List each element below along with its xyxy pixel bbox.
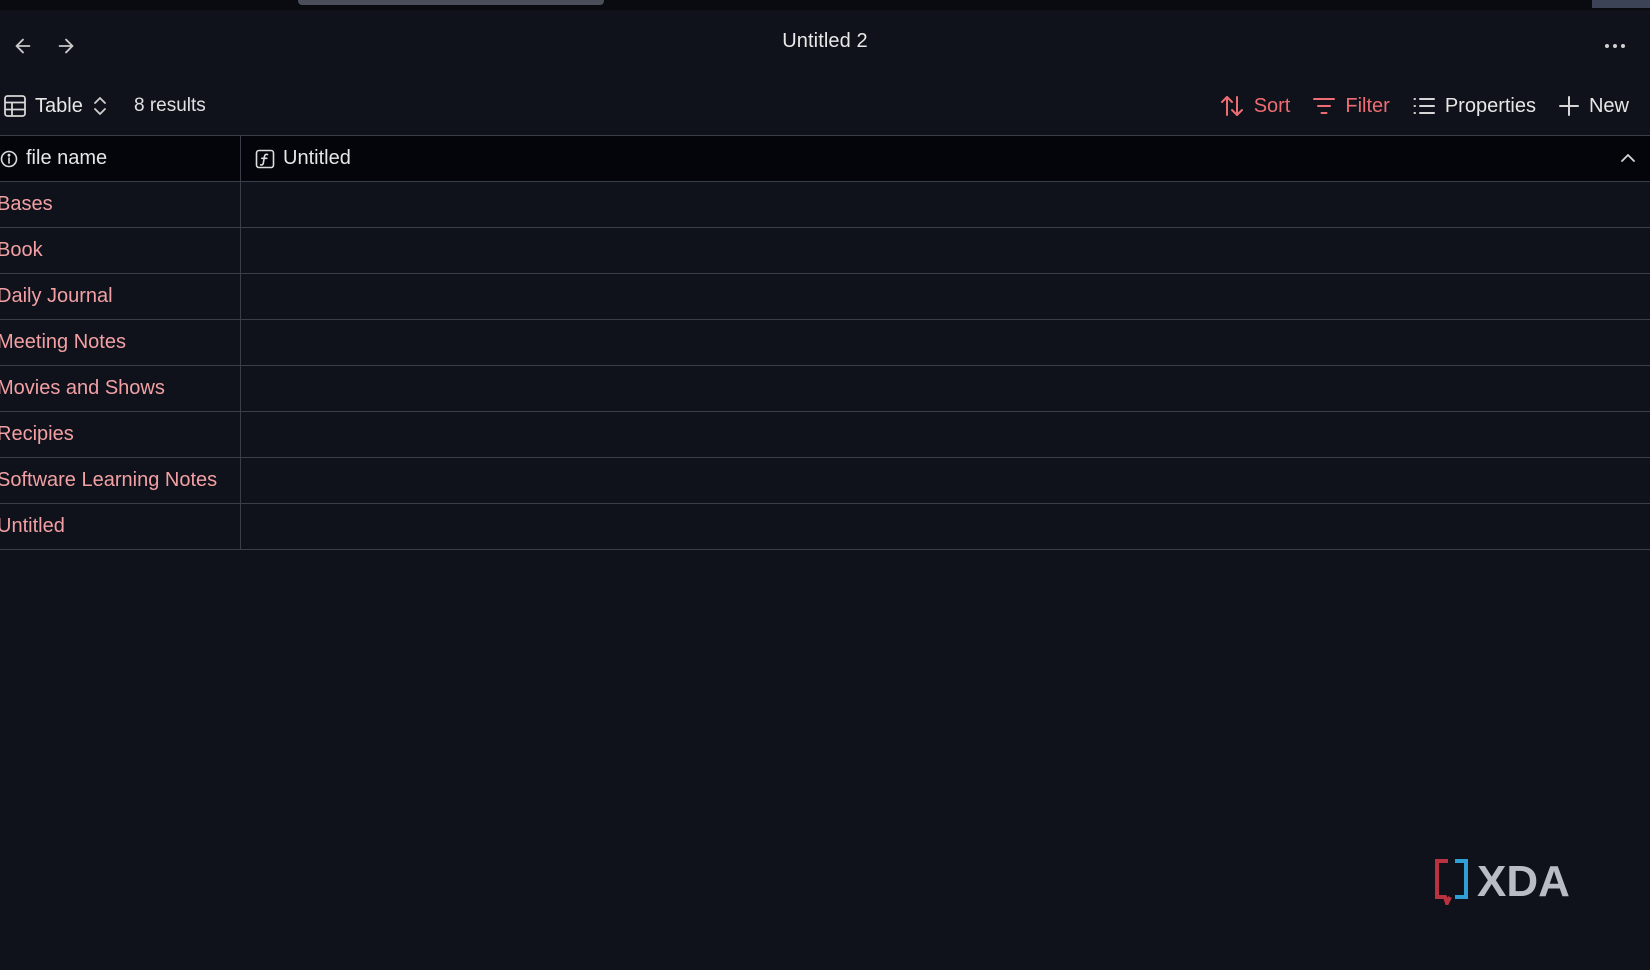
filter-label: Filter bbox=[1345, 94, 1390, 117]
file-link[interactable]: Book bbox=[0, 239, 43, 262]
result-count: 8 results bbox=[134, 95, 206, 116]
file-link[interactable]: Daily Journal bbox=[0, 285, 113, 308]
toolbar-actions: Sort Filter Properties New bbox=[1219, 90, 1629, 122]
table-row[interactable]: Bases bbox=[0, 182, 1650, 228]
page-title: Untitled 2 bbox=[782, 30, 868, 52]
file-name-cell[interactable]: Recipies bbox=[0, 412, 240, 457]
filter-button[interactable]: Filter bbox=[1312, 94, 1390, 118]
file-name-cell[interactable]: Software Learning Notes bbox=[0, 458, 240, 503]
untitled-cell[interactable] bbox=[241, 412, 1650, 457]
untitled-cell[interactable] bbox=[241, 458, 1650, 503]
file-link[interactable]: Software Learning Notes bbox=[0, 469, 217, 492]
table-row[interactable]: Meeting Notes bbox=[0, 320, 1650, 366]
info-icon bbox=[0, 150, 18, 167]
list-icon bbox=[1413, 98, 1435, 114]
more-horizontal-icon bbox=[1605, 44, 1625, 48]
chevron-up-icon bbox=[1621, 154, 1635, 162]
new-button[interactable]: New bbox=[1558, 95, 1629, 118]
table-icon bbox=[4, 95, 26, 117]
sort-label: Sort bbox=[1253, 94, 1291, 117]
table-row[interactable]: Untitled bbox=[0, 504, 1650, 550]
title-bar: Untitled 2 bbox=[0, 10, 1650, 76]
file-link[interactable]: Bases bbox=[0, 193, 53, 216]
table-row[interactable]: Daily Journal bbox=[0, 274, 1650, 320]
watermark-text: XDA bbox=[1477, 857, 1570, 905]
tab-scroll-thumb[interactable] bbox=[298, 0, 604, 5]
xda-watermark-logo: XDA bbox=[1433, 857, 1591, 909]
sort-arrows-icon bbox=[1220, 96, 1243, 116]
file-link[interactable]: Recipies bbox=[0, 423, 74, 446]
file-name-cell[interactable]: Movies and Shows bbox=[0, 366, 240, 411]
file-name-cell[interactable]: Meeting Notes bbox=[0, 320, 240, 365]
view-label: Table bbox=[35, 94, 83, 117]
column-header-untitled[interactable]: Untitled bbox=[241, 136, 1650, 181]
properties-button[interactable]: Properties bbox=[1412, 94, 1536, 118]
file-name-cell[interactable]: Untitled bbox=[0, 504, 240, 549]
filter-icon bbox=[1313, 98, 1336, 114]
untitled-cell[interactable] bbox=[241, 504, 1650, 549]
sort-button[interactable]: Sort bbox=[1219, 93, 1291, 119]
untitled-cell[interactable] bbox=[241, 366, 1650, 411]
file-link[interactable]: Untitled bbox=[0, 515, 65, 538]
file-name-cell[interactable]: Book bbox=[0, 228, 240, 273]
corner-block bbox=[1592, 0, 1650, 8]
file-link[interactable]: Movies and Shows bbox=[0, 377, 165, 400]
top-strip bbox=[0, 0, 1650, 10]
untitled-cell[interactable] bbox=[241, 228, 1650, 273]
formula-icon bbox=[255, 149, 275, 168]
table-header: file name Untitled bbox=[0, 135, 1650, 182]
collapse-button[interactable] bbox=[1616, 146, 1640, 170]
chevrons-up-down-icon bbox=[93, 97, 106, 115]
table-row[interactable]: Recipies bbox=[0, 412, 1650, 458]
file-name-cell[interactable]: Daily Journal bbox=[0, 274, 240, 319]
new-label: New bbox=[1588, 94, 1629, 117]
file-link[interactable]: Meeting Notes bbox=[0, 331, 126, 354]
table-row[interactable]: Movies and Shows bbox=[0, 366, 1650, 412]
more-options-button[interactable] bbox=[1600, 32, 1630, 60]
properties-label: Properties bbox=[1444, 94, 1536, 117]
column-header-file-name[interactable]: file name bbox=[0, 136, 241, 181]
plus-icon bbox=[1558, 96, 1579, 116]
untitled-cell[interactable] bbox=[241, 320, 1650, 365]
view-switcher[interactable]: Table bbox=[3, 90, 109, 122]
untitled-cell[interactable] bbox=[241, 274, 1650, 319]
column-label: Untitled bbox=[283, 147, 351, 169]
table-row[interactable]: Software Learning Notes bbox=[0, 458, 1650, 504]
untitled-cell[interactable] bbox=[241, 182, 1650, 227]
table-row[interactable]: Book bbox=[0, 228, 1650, 274]
results-table: file name Untitled Bases Book Daily Jour… bbox=[0, 135, 1650, 550]
column-label: file name bbox=[26, 147, 108, 169]
base-toolbar: Table 8 results Sort Filter Properties N… bbox=[0, 86, 1650, 126]
file-name-cell[interactable]: Bases bbox=[0, 182, 240, 227]
